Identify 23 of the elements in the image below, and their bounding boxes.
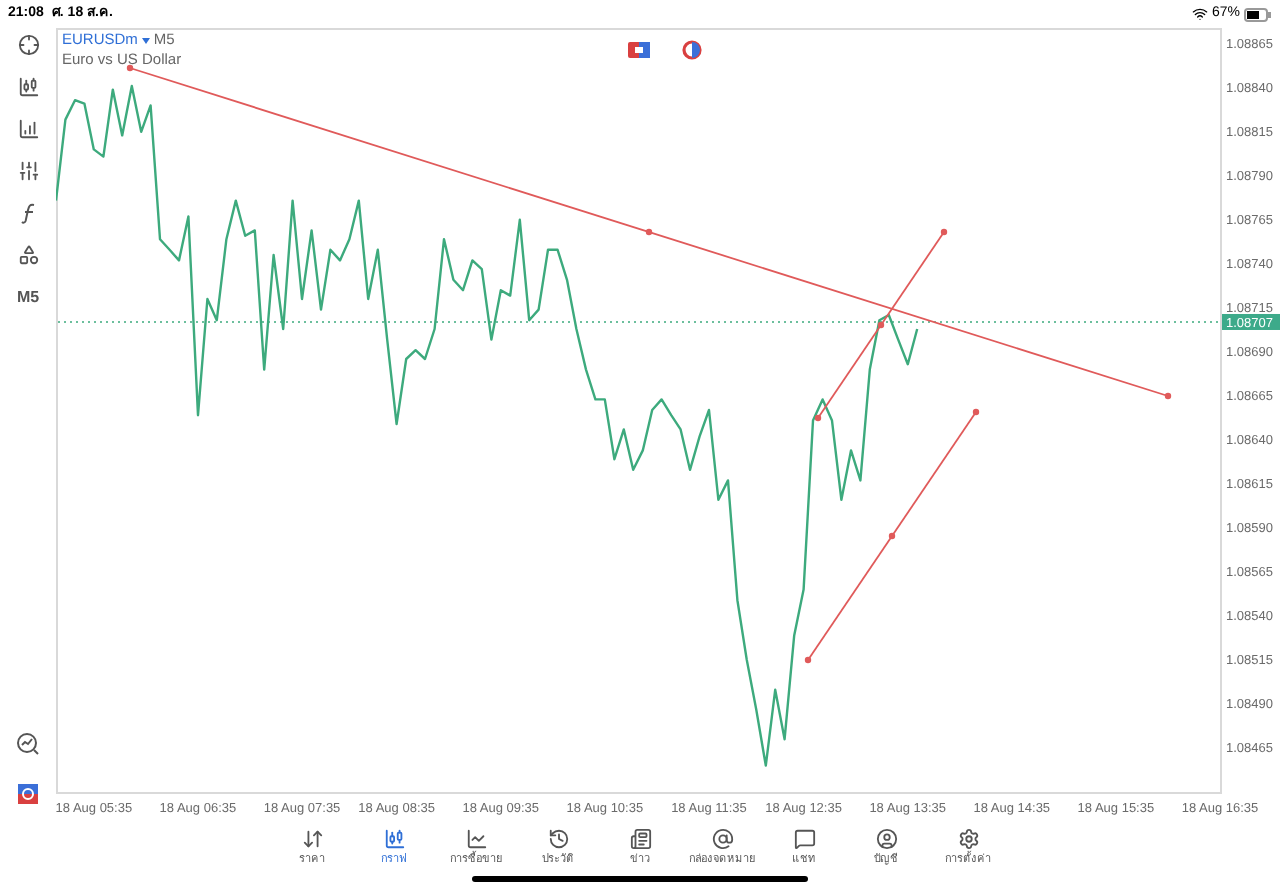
sliders-icon[interactable] bbox=[17, 160, 39, 182]
nav-icon bbox=[465, 828, 487, 850]
chart-search-icon[interactable] bbox=[16, 732, 40, 756]
nav-icon bbox=[711, 828, 733, 850]
nav-icon bbox=[301, 828, 323, 850]
wifi-icon bbox=[1191, 6, 1208, 22]
nav-icon bbox=[875, 828, 897, 850]
nav-icon bbox=[629, 828, 651, 850]
shapes-icon[interactable] bbox=[17, 244, 39, 266]
dropdown-icon[interactable] bbox=[141, 37, 150, 43]
nav-icon bbox=[793, 828, 815, 850]
battery-icon bbox=[1244, 7, 1272, 21]
nav-icon bbox=[547, 828, 569, 850]
candlestick-icon[interactable] bbox=[17, 76, 39, 98]
trade-panel-icon[interactable] bbox=[628, 42, 650, 58]
crosshair-icon[interactable] bbox=[17, 34, 39, 56]
nav-icon bbox=[957, 828, 979, 850]
indicators-icon[interactable] bbox=[17, 118, 39, 140]
timeframe-button[interactable]: M5 bbox=[16, 286, 40, 310]
function-icon[interactable] bbox=[17, 202, 39, 224]
app-logo-icon[interactable] bbox=[18, 784, 38, 804]
clock-icon[interactable] bbox=[682, 40, 702, 60]
nav-icon bbox=[383, 828, 405, 850]
